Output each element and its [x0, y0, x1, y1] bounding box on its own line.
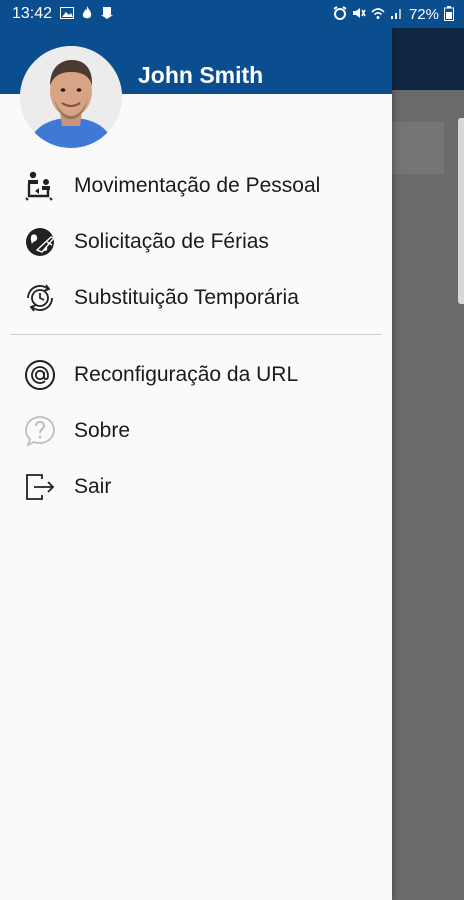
help-bubble-icon [22, 413, 58, 449]
menu-item-reconfiguracao-da-url[interactable]: Reconfiguração da URL [0, 347, 392, 403]
battery-icon [444, 5, 454, 23]
menu-divider [10, 334, 382, 335]
image-icon [60, 7, 75, 21]
menu-item-label: Reconfiguração da URL [74, 363, 299, 386]
status-bar: 13:42 72% [0, 0, 464, 28]
drawer-menu: Movimentação de Pessoal Solicitação de F… [0, 158, 392, 515]
download-icon [100, 6, 114, 22]
menu-item-label: Sobre [74, 419, 131, 442]
logout-icon [22, 469, 58, 505]
alarm-icon [333, 6, 347, 22]
menu-item-sair[interactable]: Sair [0, 459, 392, 515]
mute-icon [352, 6, 366, 22]
background-panel-edge [458, 118, 464, 304]
user-name: John Smith [138, 62, 264, 88]
avatar[interactable] [20, 46, 122, 148]
background-card [392, 122, 444, 174]
status-time: 13:42 [12, 5, 53, 22]
wifi-icon [371, 6, 385, 22]
globe-plane-icon [22, 224, 58, 260]
menu-item-label: Movimentação de Pessoal [74, 174, 321, 197]
people-transfer-icon [22, 168, 58, 204]
navigation-drawer: John Smith Movimentação de Pessoal Solic… [0, 28, 392, 900]
battery-percent: 72% [408, 5, 439, 23]
at-sign-icon [22, 357, 58, 393]
menu-item-sobre[interactable]: Sobre [0, 403, 392, 459]
menu-item-movimentacao-de-pessoal[interactable]: Movimentação de Pessoal [0, 158, 392, 214]
signal-icon [390, 6, 404, 22]
flame-icon [82, 6, 92, 22]
menu-item-substituicao-temporaria[interactable]: Substituição Temporária [0, 270, 392, 326]
menu-item-label: Substituição Temporária [74, 286, 299, 309]
clock-refresh-icon [22, 280, 58, 316]
menu-item-solicitacao-de-ferias[interactable]: Solicitação de Férias [0, 214, 392, 270]
menu-item-label: Sair [74, 475, 112, 498]
menu-item-label: Solicitação de Férias [74, 230, 269, 253]
